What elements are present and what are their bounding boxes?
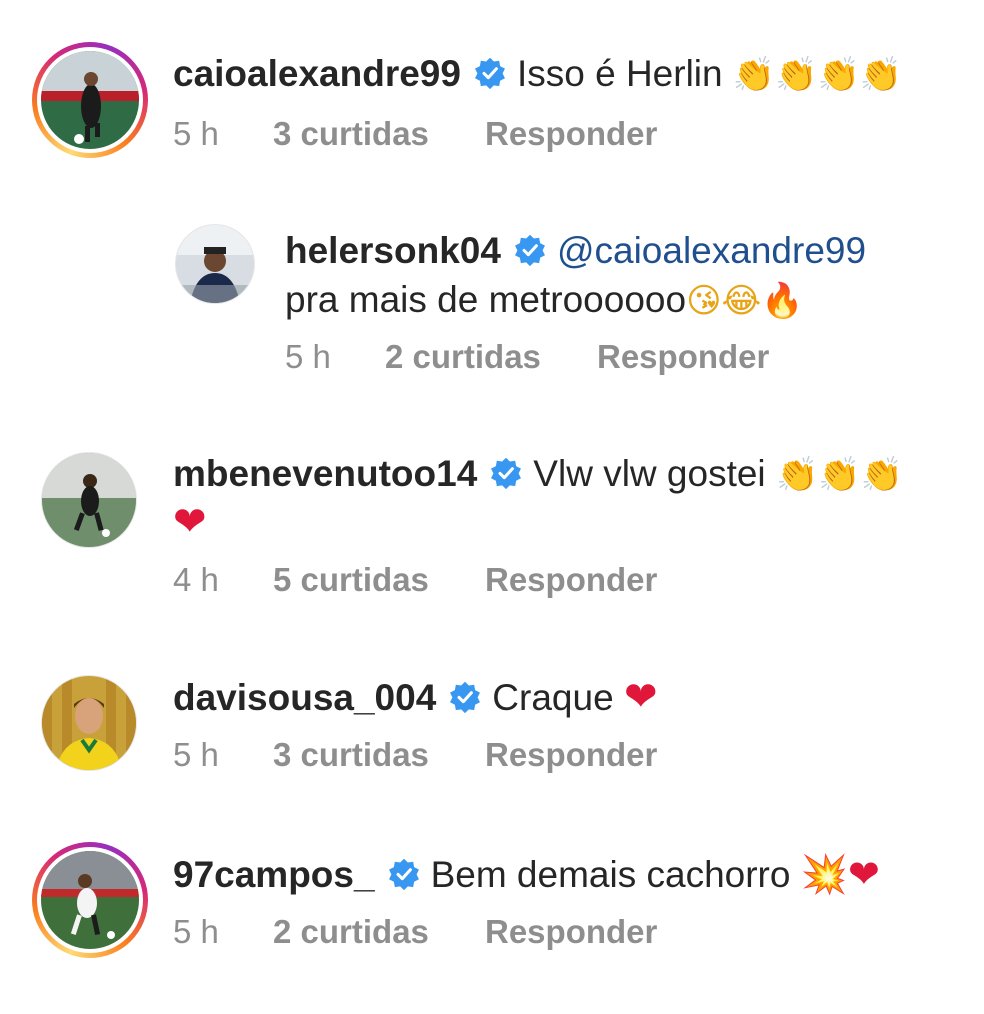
comment-text: Vlw vlw gostei (533, 453, 766, 494)
username-link[interactable]: 97campos_ (173, 854, 375, 895)
reply-button[interactable]: Responder (485, 561, 657, 599)
comment-line: caioalexandre99 Isso é Herlin 👏👏👏👏 (173, 50, 902, 99)
reply-button[interactable]: Responder (485, 115, 657, 153)
avatar (41, 51, 139, 149)
likes-count[interactable]: 2 curtidas (385, 338, 597, 376)
username-link[interactable]: mbenevenutoo14 (173, 453, 477, 494)
avatar-ring[interactable] (175, 224, 255, 304)
comment-line-2: ❤ (173, 498, 207, 547)
heart-emoji-icon: ❤ (173, 499, 207, 545)
timestamp: 4 h (173, 561, 219, 598)
likes-count[interactable]: 5 curtidas (273, 561, 485, 599)
comment-line-2: pra mais de metroooooo😘😂🔥 (285, 276, 804, 325)
comment-text: Craque (492, 677, 614, 718)
avatar-story-ring[interactable] (32, 842, 148, 958)
verified-badge-icon (514, 234, 545, 267)
username-link[interactable]: helersonk04 (285, 230, 501, 271)
comment-line: davisousa_004 Craque ❤ (173, 673, 657, 722)
comment-line: 97campos_ Bem demais cachorro 💥❤ (173, 850, 880, 899)
username-link[interactable]: caioalexandre99 (173, 53, 461, 94)
comment-meta: 5 h 3 curtidas Responder (173, 115, 657, 153)
comment-line: mbenevenutoo14 Vlw vlw gostei 👏👏👏 (173, 450, 903, 499)
reply-button[interactable]: Responder (597, 338, 769, 376)
avatar (41, 851, 139, 949)
clap-emoji-icon: 👏👏👏 (775, 455, 903, 495)
avatar (176, 225, 254, 303)
comment-line: helersonk04 @caioalexandre99 (285, 227, 866, 275)
avatar-story-ring[interactable] (32, 42, 148, 158)
mention-link[interactable]: @caioalexandre99 (557, 230, 866, 271)
verified-badge-icon (475, 57, 505, 90)
comment-text: Isso é Herlin (516, 53, 723, 94)
collision-heart-emoji-icon: 💥❤ (800, 852, 880, 896)
reply-button[interactable]: Responder (485, 736, 657, 774)
avatar (42, 676, 136, 770)
username-link[interactable]: davisousa_004 (173, 677, 436, 718)
reply-button[interactable]: Responder (485, 913, 657, 951)
likes-count[interactable]: 3 curtidas (273, 115, 485, 153)
comment-item: 97campos_ Bem demais cachorro 💥❤ 5 h 2 cur… (0, 830, 984, 1014)
comment-meta: 5 h 2 curtidas Responder (285, 338, 769, 376)
avatar-ring[interactable] (41, 452, 137, 548)
verified-badge-icon (491, 457, 522, 490)
comment-item: mbenevenutoo14 Vlw vlw gostei 👏👏👏 ❤ 4 h 5 … (0, 410, 984, 660)
comment-item: davisousa_004 Craque ❤ 5 h 3 curtidas Respo… (0, 660, 984, 830)
avatar-ring[interactable] (41, 675, 137, 771)
comment-text: pra mais de metroooooo (285, 279, 687, 320)
timestamp: 5 h (173, 736, 219, 773)
heart-emoji-icon: ❤ (623, 674, 658, 720)
avatar (42, 453, 136, 547)
timestamp: 5 h (173, 913, 219, 950)
verified-badge-icon (450, 681, 481, 714)
comment-meta: 5 h 3 curtidas Responder (173, 736, 657, 774)
kiss-laugh-fire-emoji-icon: 😘😂🔥 (686, 281, 804, 321)
comment-reply-item: helersonk04 @caioalexandre99 pra mais de … (0, 200, 984, 410)
verified-badge-icon (388, 858, 419, 891)
timestamp: 5 h (285, 338, 331, 375)
timestamp: 5 h (173, 115, 219, 152)
comment-item: caioalexandre99 Isso é Herlin 👏👏👏👏 5 h 3 c… (0, 0, 984, 200)
comment-meta: 4 h 5 curtidas Responder (173, 561, 657, 599)
likes-count[interactable]: 3 curtidas (273, 736, 485, 774)
comment-text: Bem demais cachorro (430, 854, 791, 895)
comment-meta: 5 h 2 curtidas Responder (173, 913, 657, 951)
clap-emoji-icon: 👏👏👏👏 (732, 55, 903, 95)
likes-count[interactable]: 2 curtidas (273, 913, 485, 951)
